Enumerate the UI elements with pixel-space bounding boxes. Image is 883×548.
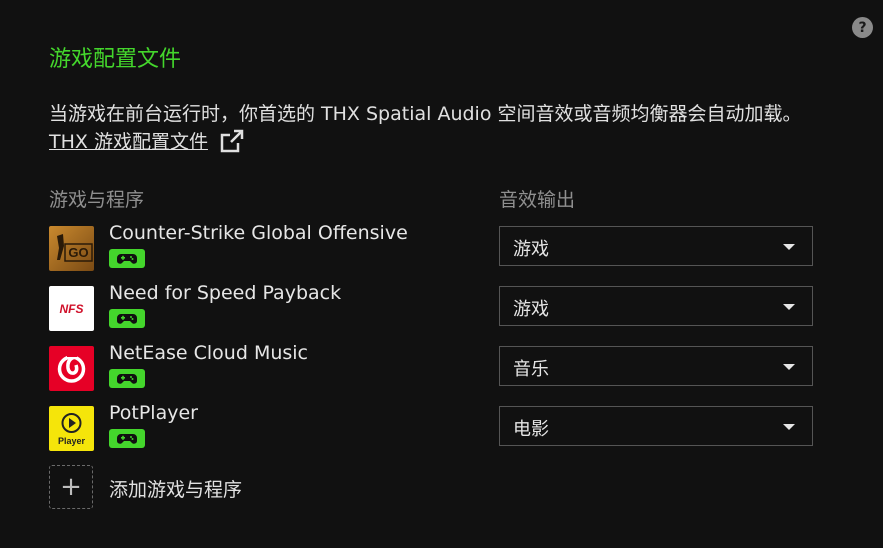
select-value: 音乐 [513,359,549,380]
thx-profiles-link[interactable]: THX 游戏配置文件 [49,131,208,153]
gamepad-icon [117,373,137,384]
description-text: 当游戏在前台运行时，你首选的 THX Spatial Audio 空间音效或音频… [49,103,802,125]
plus-icon[interactable]: + [49,465,93,509]
potplayer-icon: Player [49,406,94,451]
game-badge [109,369,145,388]
select-value: 电影 [513,419,549,440]
game-badge [109,249,145,268]
output-select-netease[interactable]: 音乐 [499,346,813,386]
gamepad-icon [117,253,137,264]
description: 当游戏在前台运行时，你首选的 THX Spatial Audio 空间音效或音频… [49,100,839,156]
chevron-down-icon [783,364,795,370]
add-app-label: 添加游戏与程序 [109,479,243,501]
app-row-potplayer: Player PotPlayer 电影 [49,402,819,452]
output-select-csgo[interactable]: 游戏 [499,226,813,266]
app-name: Need for Speed Payback [109,282,342,304]
chevron-down-icon [783,244,795,250]
csgo-icon-text: GO [68,245,88,260]
game-badge [109,309,145,328]
gamepad-icon [117,433,137,444]
help-icon[interactable]: ? [852,17,873,38]
nfs-icon-text: NFS [60,302,84,316]
app-row-netease: NetEase Cloud Music 音乐 [49,342,819,392]
potplayer-icon-text: Player [58,436,86,446]
output-column-header: 音效输出 [499,189,576,211]
output-select-potplayer[interactable]: 电影 [499,406,813,446]
app-name: Counter-Strike Global Offensive [109,222,408,244]
add-app-button[interactable]: + 添加游戏与程序 [49,465,349,511]
csgo-icon: GO [49,226,94,271]
apps-column-header: 游戏与程序 [49,189,145,211]
select-value: 游戏 [513,239,549,260]
nfs-icon: NFS [49,286,94,331]
game-badge [109,429,145,448]
select-value: 游戏 [513,299,549,320]
app-row-csgo: GO Counter-Strike Global Offensive 游戏 [49,222,819,272]
gamepad-icon [117,313,137,324]
chevron-down-icon [783,424,795,430]
app-name: NetEase Cloud Music [109,342,308,364]
netease-icon [49,346,94,391]
external-link-icon[interactable] [220,129,244,153]
output-select-nfs[interactable]: 游戏 [499,286,813,326]
page-title: 游戏配置文件 [49,47,182,72]
chevron-down-icon [783,304,795,310]
app-row-nfs: NFS Need for Speed Payback 游戏 [49,282,819,332]
app-name: PotPlayer [109,402,198,424]
